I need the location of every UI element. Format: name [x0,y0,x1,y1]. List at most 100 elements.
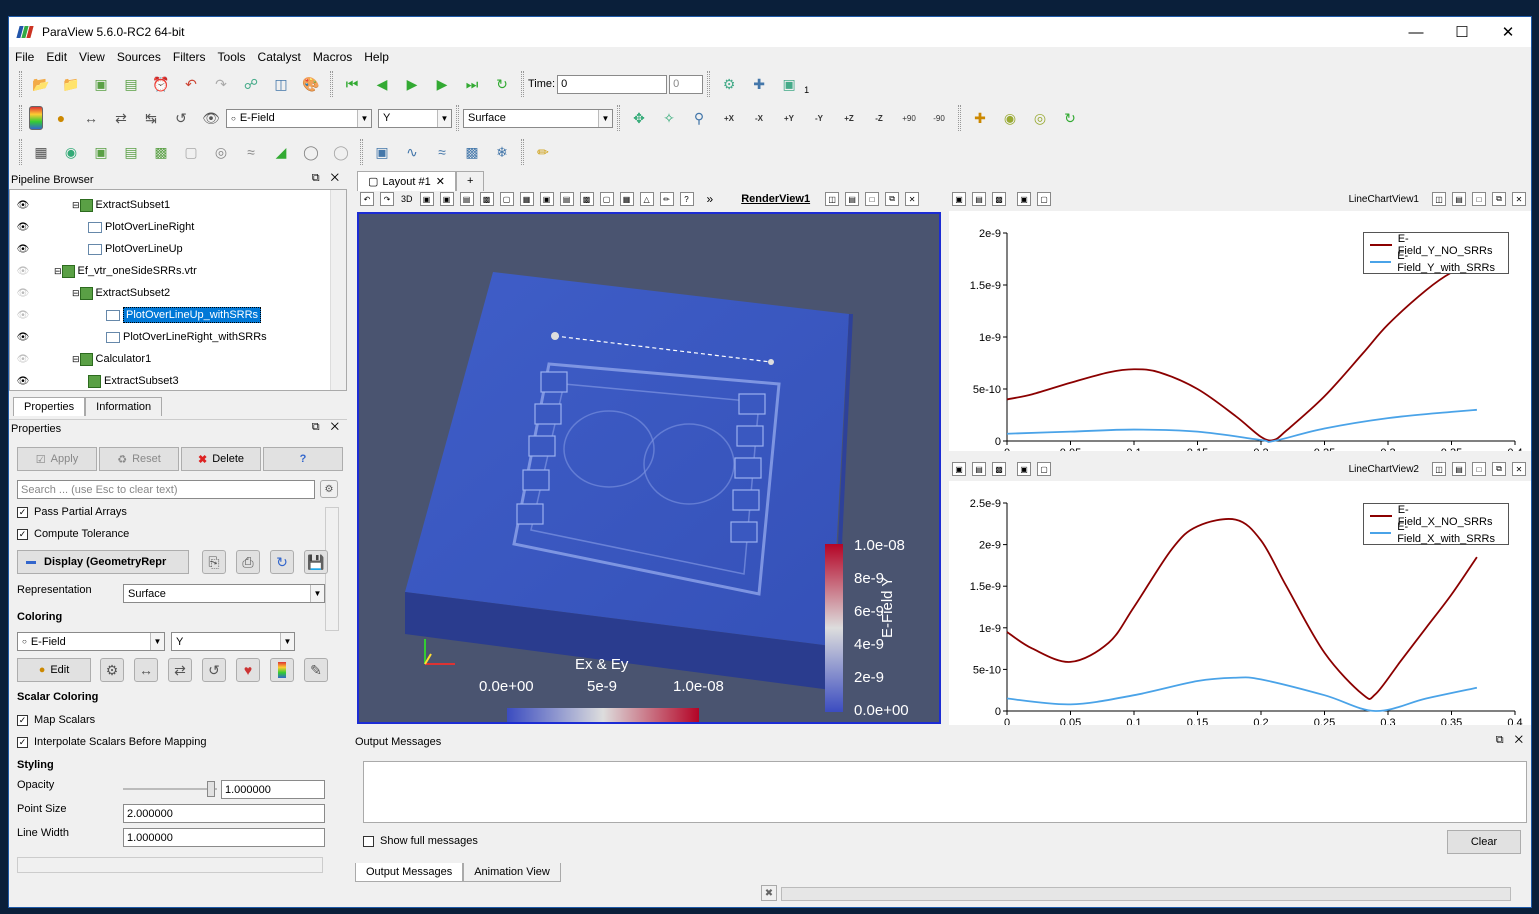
split-vertical-icon[interactable]: ▤ [1452,192,1466,206]
eye-icon[interactable]: 👁 [15,376,31,387]
open-icon[interactable]: 📂 [29,72,53,96]
maximize-view-icon[interactable]: □ [865,192,880,206]
tab-output-messages[interactable]: Output Messages [355,863,464,882]
copy-icon[interactable]: ⎘ [202,550,226,574]
rotation-center-icon[interactable]: ↻ [1058,106,1082,130]
rescale-custom-range-icon[interactable]: ⇄ [168,658,192,682]
map-scalars-checkbox[interactable]: ✓ Map Scalars [17,714,95,726]
opacity-slider[interactable] [123,781,217,797]
camera-minus-x-icon[interactable]: -X [747,106,771,130]
toolbar-grip[interactable] [456,105,459,131]
reset-session-icon[interactable]: ⏰ [149,72,173,96]
zoom-to-box-icon[interactable]: ⚲ [687,106,711,130]
save-state-icon[interactable]: ▤ [119,72,143,96]
color-component-select[interactable]: Y ▼ [378,108,452,128]
eye-icon[interactable]: 👁 [15,332,31,343]
chart-grow-icon[interactable]: ▢ [1037,192,1051,206]
chart-capture-icon[interactable]: ▣ [1017,192,1031,206]
show-full-messages-checkbox[interactable]: Show full messages [363,835,478,847]
menu-edit[interactable]: Edit [40,50,73,64]
select-surface-points-icon[interactable]: ▤ [459,192,474,206]
more-tools-icon[interactable]: » [707,192,714,206]
rotate-minus-90-icon[interactable]: -90 [927,106,951,130]
toolbar-grip[interactable] [19,71,22,97]
open-recent-icon[interactable]: 📁 [59,72,83,96]
undo-icon[interactable]: ↶ [179,72,203,96]
coloring-array-dropdown[interactable]: ○ E-Field ▼ [17,632,165,651]
grow-selection-icon[interactable]: ▩ [579,192,594,206]
properties-hscrollbar[interactable] [17,857,323,873]
toolbar-grip[interactable] [707,71,711,97]
close-tab-icon[interactable]: ✕ [436,175,445,188]
compute-tolerance-checkbox[interactable]: ✓ Compute Tolerance [17,528,129,540]
favorite-colormap-icon[interactable]: ♥ [236,658,260,682]
toolbar-grip[interactable] [521,71,524,97]
tree-item[interactable]: 👁 PlotOverLineRight [10,216,346,238]
chart-grow-icon[interactable]: ▢ [1037,462,1051,476]
disconnect-icon[interactable]: ◫ [269,72,293,96]
slice-icon[interactable]: ▤ [119,140,143,164]
rescale-time-range-icon[interactable]: ↺ [202,658,226,682]
cancel-progress-icon[interactable]: ✖ [761,885,777,901]
plot-over-line-icon[interactable]: ≈ [430,140,454,164]
edit-selection-icon[interactable]: △ [639,192,654,206]
tree-item[interactable]: 👁 PlotOverLineRight_withSRRs [10,326,346,348]
select-surface-cells-icon[interactable]: ▣ [439,192,454,206]
color-legend-icon[interactable] [29,106,43,130]
property-search-input[interactable]: Search ... (use Esc to clear text) [17,480,315,499]
split-vertical-icon[interactable]: ▤ [845,192,860,206]
camera-plus-y-icon[interactable]: +Y [777,106,801,130]
camera-plus-x-icon[interactable]: +X [717,106,741,130]
center-axes-icon[interactable]: ✚ [968,106,992,130]
line-chart-view-1[interactable]: 0 0.05 0.1 0.15 0.2 0.25 0.3 0.35 0.4 0 5e-10 1e-9 1… [949,211,1531,459]
tree-item[interactable]: 👁 PlotOverLineUp [10,238,346,260]
menu-macros[interactable]: Macros [307,50,358,64]
menu-tools[interactable]: Tools [212,50,252,64]
select-points-icon[interactable]: ▣ [952,192,966,206]
next-frame-icon[interactable]: ▶ [430,72,454,96]
dock-float-close-icon[interactable]: ⧉ ✕ [1496,734,1527,747]
rescale-time-icon[interactable]: ↺ [169,106,193,130]
timestep-spinbox[interactable]: 0 [669,74,704,94]
rescale-range-icon[interactable]: ↔ [134,658,158,682]
histogram-icon[interactable]: ▩ [460,140,484,164]
reset-range-icon[interactable]: ↔ [79,106,103,130]
warp-icon[interactable]: ◢ [269,140,293,164]
pick-center-icon[interactable]: ◉ [998,106,1022,130]
slider-handle[interactable] [207,781,215,797]
minimize-button[interactable]: — [1393,17,1439,47]
time-input[interactable]: 0 [557,74,668,94]
zoom-to-data-icon[interactable]: ✧ [657,106,681,130]
select-polygon-icon[interactable]: ▤ [972,192,986,206]
find-data-icon[interactable]: ⚙ [717,72,741,96]
maximize-button[interactable]: ☐ [1439,17,1485,47]
tree-scrollbar[interactable] [330,190,346,390]
close-window-button[interactable]: ✕ [1485,17,1531,47]
clear-chart-selection-icon[interactable]: ▩ [992,192,1006,206]
contour-icon[interactable]: ◉ [59,140,83,164]
maximize-view-icon[interactable]: □ [1472,192,1486,206]
rotate-plus-90-icon[interactable]: +90 [897,106,921,130]
eye-icon[interactable]: 👁 [15,244,31,255]
probe-end-handle[interactable] [768,359,774,365]
gear-icon[interactable]: ⚙ [320,480,338,498]
edit-colormap-button[interactable]: ● Edit [17,658,91,682]
last-frame-icon[interactable]: ⏭ [460,72,484,96]
eye-icon[interactable]: 👁 [15,222,31,233]
line-width-input[interactable]: 1.000000 [123,828,325,847]
tree-item[interactable]: 👁 ⊟ ExtractSubset1 [10,194,346,216]
tab-animation-view[interactable]: Animation View [463,863,561,882]
help-button[interactable]: ? [263,447,343,471]
pass-partial-checkbox[interactable]: ✓ Pass Partial Arrays [17,506,127,518]
representation-select[interactable]: Surface ▼ [463,108,613,128]
clip-icon[interactable]: ▣ [89,140,113,164]
shrink-selection-icon[interactable]: ▢ [599,192,614,206]
close-view-icon[interactable]: ✕ [1512,192,1526,206]
add-layout-tab[interactable]: + [455,171,485,191]
extract-subset-icon[interactable]: ▢ [179,140,203,164]
camera-undo-icon[interactable]: ↶ [360,192,374,206]
select-frustum-points-icon[interactable]: ▢ [499,192,514,206]
tree-item[interactable]: 👁 ⊟ Calculator1 [10,348,346,370]
float-view-icon[interactable]: ⧉ [1492,192,1506,206]
toolbar-grip[interactable] [330,71,333,97]
